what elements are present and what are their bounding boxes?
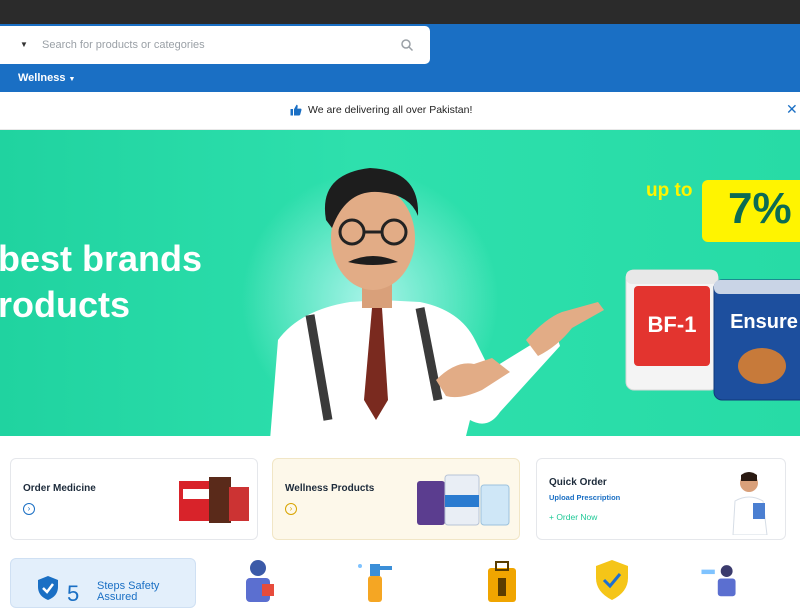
card-wellness-products[interactable]: Wellness Products › — [272, 458, 520, 540]
hero-headline-line-1: best brands — [0, 238, 203, 279]
doctor-image — [732, 472, 768, 535]
upload-prescription-link[interactable]: Upload Prescription — [549, 493, 620, 502]
ensure-product-can: Ensure — [713, 279, 800, 401]
close-icon[interactable]: ✕ — [786, 101, 798, 118]
site-header: ▼ Wellness▼ — [0, 24, 800, 92]
safety-steps-banner[interactable]: 5 Steps Safety Assured — [10, 558, 196, 608]
search-bar: ▼ — [0, 26, 430, 64]
card-quick-order[interactable]: Quick Order Upload Prescription + Order … — [536, 458, 786, 540]
nav-item-label: Wellness — [18, 72, 66, 84]
safety-shield-icon — [596, 560, 628, 600]
hero-presenter-image — [270, 168, 604, 436]
arrow-right-icon[interactable]: › — [285, 503, 297, 515]
promo-prefix: up to — [646, 180, 693, 201]
delivery-notice: We are delivering all over Pakistan! — [290, 104, 472, 116]
wellness-cans-image — [417, 474, 510, 526]
promo-value: 7% — [728, 184, 792, 233]
delivery-bag-icon — [488, 561, 516, 602]
delivery-rider-icon — [246, 560, 274, 602]
chevron-down-icon: ▼ — [68, 76, 76, 83]
delivery-notice-text: We are delivering all over Pakistan! — [308, 104, 473, 116]
delivery-notice-bar: We are delivering all over Pakistan! ✕ — [0, 92, 800, 130]
hero-banner[interactable]: best brands roducts up to 7% BF-1 Ensure — [0, 130, 800, 436]
card-title: Quick Order — [549, 477, 607, 488]
nav-item-wellness[interactable]: Wellness ▼ — [18, 72, 75, 84]
ensure-label: Ensure — [730, 311, 798, 333]
sanitizer-spray-icon — [358, 564, 392, 602]
bf1-product-can: BF-1 — [625, 269, 719, 391]
browser-top-bar — [0, 0, 800, 24]
temperature-check-icon — [701, 565, 736, 597]
bf1-label: BF-1 — [648, 312, 697, 337]
search-input[interactable] — [42, 35, 382, 55]
search-icon[interactable] — [400, 38, 414, 52]
hero-headline-line-2: roducts — [0, 284, 131, 325]
hero-headline: best brands roducts — [0, 236, 202, 328]
order-now-link[interactable]: + Order Now — [549, 512, 597, 522]
category-dropdown-caret-icon[interactable]: ▼ — [20, 40, 28, 49]
shield-check-icon — [38, 576, 58, 600]
card-title: Wellness Products — [285, 483, 375, 494]
safety-steps-number: 5 — [67, 581, 80, 606]
safety-steps-line-2: Assured — [97, 591, 138, 603]
medicine-boxes-image — [179, 477, 249, 523]
card-title: Order Medicine — [23, 483, 96, 494]
card-order-medicine[interactable]: Order Medicine › — [10, 458, 258, 540]
thumbs-up-icon — [290, 104, 302, 116]
arrow-right-icon[interactable]: › — [23, 503, 35, 515]
